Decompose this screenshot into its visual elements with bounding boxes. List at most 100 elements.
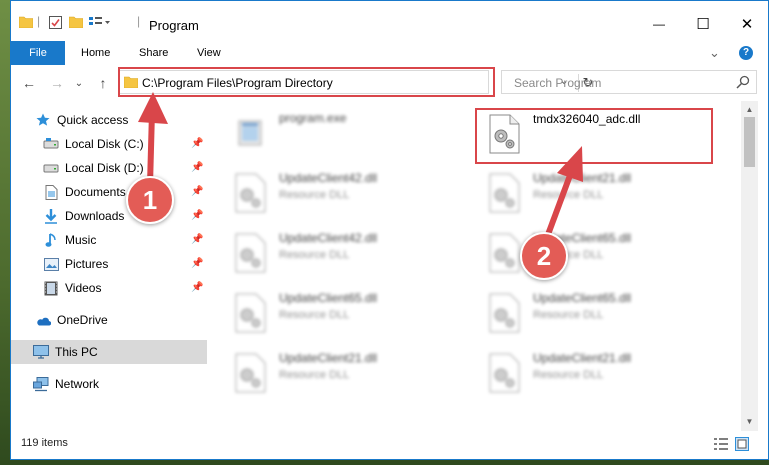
search-icon[interactable] bbox=[736, 75, 750, 92]
pin-icon[interactable]: 📌 bbox=[191, 258, 203, 269]
drive-icon bbox=[43, 136, 59, 152]
help-icon[interactable]: ? bbox=[739, 46, 753, 60]
separator: | bbox=[37, 14, 41, 28]
network-icon bbox=[33, 376, 49, 392]
expand-ribbon-icon[interactable]: ⌄ bbox=[709, 41, 720, 65]
pin-icon[interactable]: 📌 bbox=[191, 282, 203, 293]
dll-file-icon bbox=[487, 233, 521, 273]
dll-file-icon bbox=[233, 353, 267, 393]
sidebar-item-label: This PC bbox=[55, 345, 98, 359]
sidebar-item-label: Music bbox=[65, 233, 97, 247]
separator: | bbox=[137, 14, 141, 28]
maximize-button[interactable]: ☐ bbox=[681, 9, 725, 39]
file-item[interactable]: UpdateClient42.dll Resource DLL bbox=[227, 167, 457, 221]
pin-icon[interactable]: 📌 bbox=[191, 234, 203, 245]
properties-icon[interactable] bbox=[49, 16, 62, 32]
sidebar-item-pictures[interactable]: Pictures 📌 bbox=[11, 252, 207, 276]
sidebar-item-label: Videos bbox=[65, 281, 102, 295]
up-button[interactable]: ↑ bbox=[93, 73, 113, 93]
file-description: Resource DLL bbox=[279, 189, 350, 201]
address-highlight-box bbox=[118, 67, 495, 97]
file-description: Resource DLL bbox=[533, 309, 604, 321]
file-item[interactable]: UpdateClient21.dll Resource DLL bbox=[481, 347, 711, 401]
file-item[interactable]: UpdateClient21.dll Resource DLL bbox=[481, 167, 711, 221]
file-name: UpdateClient21.dll bbox=[279, 351, 378, 365]
file-item[interactable]: UpdateClient65.dll Resource DLL bbox=[227, 287, 457, 341]
pin-icon[interactable]: 📌 bbox=[191, 138, 203, 149]
documents-icon bbox=[43, 184, 59, 200]
back-button[interactable]: ← bbox=[19, 73, 39, 93]
sidebar-item-this-pc[interactable]: This PC bbox=[11, 340, 207, 364]
details-view-icon[interactable] bbox=[713, 437, 729, 451]
scroll-down-arrow[interactable]: ▼ bbox=[741, 415, 758, 429]
file-description: Resource DLL bbox=[533, 369, 604, 381]
dll-file-icon bbox=[233, 233, 267, 273]
sidebar-item-videos[interactable]: Videos 📌 bbox=[11, 276, 207, 300]
sidebar-item-network[interactable]: Network bbox=[11, 372, 207, 396]
file-item[interactable]: UpdateClient65.dll Resource DLL bbox=[481, 227, 711, 281]
pin-icon[interactable]: 📌 bbox=[191, 210, 203, 221]
file-description: Resource DLL bbox=[279, 249, 350, 261]
file-item[interactable]: UpdateClient65.dll Resource DLL bbox=[481, 287, 711, 341]
pictures-icon bbox=[43, 256, 59, 272]
search-box[interactable] bbox=[501, 70, 757, 94]
sidebar-item-label: Documents bbox=[65, 185, 126, 199]
new-folder-icon[interactable] bbox=[68, 16, 84, 31]
minimize-button[interactable]: — bbox=[637, 9, 681, 39]
tab-file[interactable]: File bbox=[11, 41, 65, 65]
tab-share[interactable]: Share bbox=[127, 41, 180, 65]
vertical-scrollbar[interactable]: ▲ ▼ bbox=[741, 101, 758, 431]
large-icons-view-icon[interactable] bbox=[735, 437, 751, 451]
music-icon bbox=[43, 232, 59, 248]
file-name: UpdateClient21.dll bbox=[533, 171, 632, 185]
file-item[interactable]: UpdateClient42.dll Resource DLL bbox=[227, 227, 457, 281]
sidebar-item-label: Network bbox=[55, 377, 100, 391]
drive-icon bbox=[43, 160, 59, 176]
sidebar-item-local-disk-c[interactable]: Local Disk (C:) 📌 bbox=[11, 132, 207, 156]
status-bar: 119 items bbox=[11, 431, 768, 459]
sidebar-item-downloads[interactable]: Downloads 📌 bbox=[11, 204, 207, 228]
sidebar-item-onedrive[interactable]: OneDrive bbox=[11, 308, 207, 332]
pin-icon[interactable]: 📌 bbox=[191, 162, 203, 173]
folder-icon[interactable] bbox=[18, 16, 34, 31]
step-marker-1: 1 bbox=[126, 176, 174, 224]
sidebar-item-label: Downloads bbox=[65, 209, 125, 223]
sidebar-item-label: Local Disk (C:) bbox=[65, 137, 144, 151]
dll-file-icon bbox=[487, 173, 521, 213]
explorer-window: | | Program — ☐ ✕ File Home Share View ⌄… bbox=[10, 0, 769, 460]
dll-file-icon bbox=[487, 293, 521, 333]
tab-home[interactable]: Home bbox=[69, 41, 122, 65]
file-name: UpdateClient42.dll bbox=[279, 171, 378, 185]
close-button[interactable]: ✕ bbox=[725, 9, 768, 39]
file-name: UpdateClient65.dll bbox=[279, 291, 378, 305]
scrollbar-thumb[interactable] bbox=[744, 117, 755, 167]
scroll-up-arrow[interactable]: ▲ bbox=[741, 103, 758, 117]
recent-locations-button[interactable]: ⌄ bbox=[69, 73, 89, 93]
file-name: program.exe bbox=[279, 111, 347, 125]
sidebar-item-local-disk-d[interactable]: Local Disk (D:) 📌 bbox=[11, 156, 207, 180]
file-description: Resource DLL bbox=[279, 369, 350, 381]
file-name: UpdateClient42.dll bbox=[279, 231, 378, 245]
tab-view[interactable]: View bbox=[185, 41, 233, 65]
file-item[interactable]: UpdateClient21.dll Resource DLL bbox=[227, 347, 457, 401]
videos-icon bbox=[43, 280, 59, 296]
window-title: Program bbox=[149, 18, 199, 33]
sidebar-item-documents[interactable]: Documents 📌 bbox=[11, 180, 207, 204]
computer-icon bbox=[33, 344, 49, 360]
forward-button[interactable]: → bbox=[47, 73, 67, 93]
downloads-icon bbox=[43, 208, 59, 224]
customize-toolbar-icon[interactable] bbox=[89, 16, 111, 31]
search-input[interactable] bbox=[512, 74, 726, 92]
file-item[interactable]: program.exe bbox=[227, 107, 457, 161]
sidebar-item-quick-access[interactable]: Quick access bbox=[11, 108, 207, 132]
sidebar-item-label: Pictures bbox=[65, 257, 109, 271]
file-description: Resource DLL bbox=[279, 309, 350, 321]
file-name: UpdateClient65.dll bbox=[533, 291, 632, 305]
pin-icon[interactable]: 📌 bbox=[191, 186, 203, 197]
file-highlight-box bbox=[475, 108, 713, 164]
dll-file-icon bbox=[233, 293, 267, 333]
dll-file-icon bbox=[233, 173, 267, 213]
sidebar-item-label: Local Disk (D:) bbox=[65, 161, 144, 175]
navigation-pane: Quick access Local Disk (C:) 📌 Local Dis… bbox=[11, 101, 207, 431]
sidebar-item-music[interactable]: Music 📌 bbox=[11, 228, 207, 252]
